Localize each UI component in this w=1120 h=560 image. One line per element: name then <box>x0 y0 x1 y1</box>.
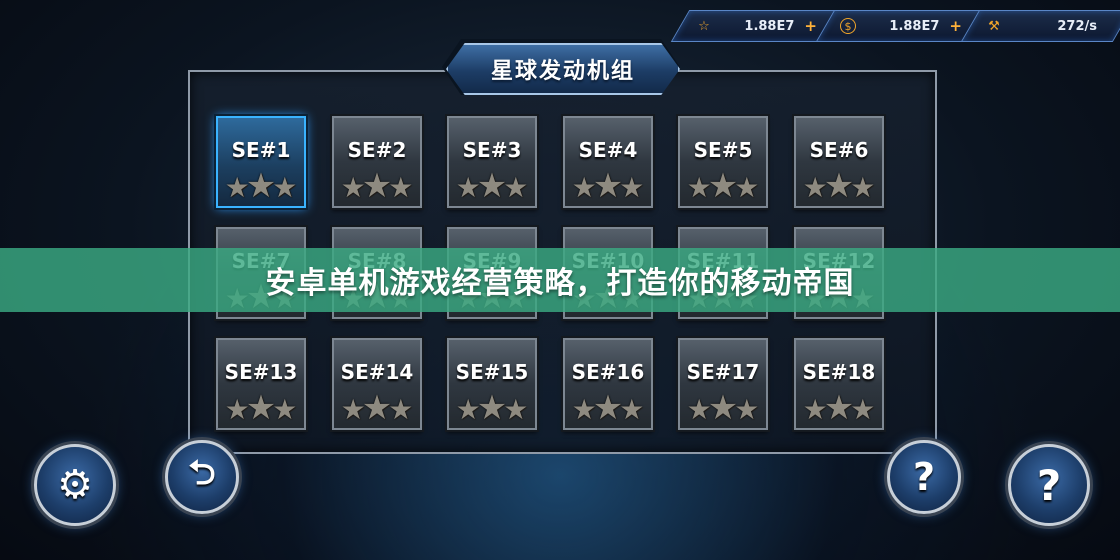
star-icon: ★ <box>503 393 529 426</box>
level-stars: ★★★ <box>678 169 768 204</box>
add-stars-button[interactable]: + <box>804 17 817 35</box>
level-stars: ★★★ <box>332 391 422 426</box>
level-stars: ★★★ <box>216 391 306 426</box>
rate-value: 272/s <box>1057 18 1097 34</box>
add-coins-button[interactable]: + <box>949 17 962 35</box>
level-label: SE#16 <box>571 360 645 384</box>
star-icon: ★ <box>619 393 645 426</box>
star-icon: ★ <box>388 393 414 426</box>
level-label: SE#5 <box>693 138 753 162</box>
star-icon: ★ <box>734 393 760 426</box>
level-tile[interactable]: SE#16 ★ ★ ★ <box>563 338 653 430</box>
level-label: SE#4 <box>578 138 638 162</box>
star-icon: ★ <box>503 171 529 204</box>
star-icon: ★ <box>272 393 298 426</box>
level-stars: ★★★ <box>563 169 653 204</box>
question-icon: ? <box>1036 460 1062 510</box>
level-stars: ★★★ <box>332 169 422 204</box>
level-stars: ★★★ <box>678 391 768 426</box>
level-label: SE#18 <box>802 360 876 384</box>
help-button-left[interactable]: ? <box>887 440 961 514</box>
wrench-icon: ⚒ <box>988 18 1000 34</box>
star-icon: ★ <box>388 171 414 204</box>
rate-resource-bar: ⚒ 272/s <box>960 10 1120 42</box>
level-label: SE#2 <box>347 138 407 162</box>
settings-button[interactable]: ⚙ <box>34 444 116 526</box>
level-label: SE#3 <box>462 138 522 162</box>
level-label: SE#14 <box>340 360 414 384</box>
coins-value: 1.88E7 <box>889 18 940 34</box>
star-icon: ★ <box>272 171 298 204</box>
level-label: SE#6 <box>809 138 869 162</box>
level-tile[interactable]: SE#6 ★ ★ ★ <box>794 116 884 208</box>
level-label: SE#15 <box>455 360 529 384</box>
level-tile[interactable]: SE#2 ★ ★ ★ <box>332 116 422 208</box>
stars-value: 1.88E7 <box>744 18 795 34</box>
level-tile[interactable]: SE#18 ★ ★ ★ <box>794 338 884 430</box>
coins-resource-bar[interactable]: $ 1.88E7 + <box>815 10 987 42</box>
level-stars: ★★★ <box>216 169 306 204</box>
level-stars: ★★★ <box>794 169 884 204</box>
return-arrow-icon: ⮌ <box>188 452 216 493</box>
panel-title: 星球发动机组 <box>490 59 635 84</box>
level-label: SE#17 <box>686 360 760 384</box>
level-tile[interactable]: SE#1 ★ ★ ★ <box>216 116 306 208</box>
level-tile[interactable]: SE#15 ★ ★ ★ <box>447 338 537 430</box>
star-icon: ★ <box>850 393 876 426</box>
gear-icon: ⚙ <box>57 462 93 508</box>
level-tile[interactable]: SE#3 ★ ★ ★ <box>447 116 537 208</box>
star-icon: ★ <box>619 171 645 204</box>
level-stars: ★★★ <box>794 391 884 426</box>
question-icon: ? <box>912 455 936 499</box>
level-tile[interactable]: SE#5 ★ ★ ★ <box>678 116 768 208</box>
coin-icon: $ <box>840 18 856 34</box>
banner-text: 安卓单机游戏经营策略，打造你的移动帝国 <box>265 266 855 301</box>
star-icon: ☆ <box>698 18 710 34</box>
level-stars: ★★★ <box>563 391 653 426</box>
back-button[interactable]: ⮌ <box>165 440 239 514</box>
level-stars: ★★★ <box>447 169 537 204</box>
stars-resource-bar[interactable]: ☆ 1.88E7 + <box>670 10 842 42</box>
level-stars: ★★★ <box>447 391 537 426</box>
level-tile[interactable]: SE#14 ★ ★ ★ <box>332 338 422 430</box>
level-label: SE#13 <box>224 360 298 384</box>
star-icon: ★ <box>734 171 760 204</box>
level-tile[interactable]: SE#13 ★ ★ ★ <box>216 338 306 430</box>
level-tile[interactable]: SE#17 ★ ★ ★ <box>678 338 768 430</box>
level-label: SE#1 <box>231 138 291 162</box>
title-plate: 星球发动机组 <box>446 43 680 95</box>
help-button-right[interactable]: ? <box>1008 444 1090 526</box>
level-tile[interactable]: SE#4 ★ ★ ★ <box>563 116 653 208</box>
star-icon: ★ <box>850 171 876 204</box>
caption-banner: 安卓单机游戏经营策略，打造你的移动帝国 <box>0 248 1120 312</box>
